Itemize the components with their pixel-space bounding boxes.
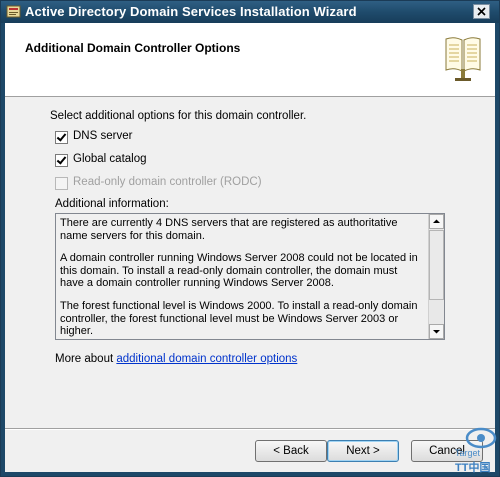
scroll-down-icon — [433, 330, 440, 334]
scroll-down-button[interactable] — [429, 324, 444, 339]
dns-server-label: DNS server — [73, 130, 133, 142]
page-title: Additional Domain Controller Options — [25, 41, 241, 55]
rodc-label: Read-only domain controller (RODC) — [73, 176, 262, 188]
window-title: Active Directory Domain Services Install… — [25, 4, 357, 19]
additional-info-text: There are currently 4 DNS servers that a… — [60, 217, 422, 339]
watermark-text-bottom: TT中国 — [455, 460, 490, 474]
global-catalog-checkbox[interactable] — [55, 154, 68, 167]
close-icon — [477, 7, 486, 16]
back-button[interactable]: < Back — [255, 440, 327, 462]
scroll-up-button[interactable] — [429, 214, 444, 229]
footer-divider — [5, 428, 495, 430]
wizard-window: Active Directory Domain Services Install… — [0, 0, 500, 477]
global-catalog-label: Global catalog — [73, 153, 147, 165]
dns-server-checkbox[interactable] — [55, 131, 68, 144]
info-paragraph: There are currently 4 DNS servers that a… — [60, 217, 398, 242]
techtarget-watermark: Target TT中国 — [455, 427, 497, 474]
info-paragraph: The forest functional level is Windows 2… — [60, 299, 418, 338]
options-panel: Select additional options for this domai… — [5, 97, 495, 427]
intro-text: Select additional options for this domai… — [50, 110, 307, 122]
watermark-text-top: Target — [455, 448, 481, 458]
next-button[interactable]: Next > — [327, 440, 399, 462]
rodc-checkbox — [55, 177, 68, 190]
additional-info-textbox[interactable]: There are currently 4 DNS servers that a… — [55, 213, 445, 340]
close-button[interactable] — [473, 4, 490, 19]
more-about-row: More about additional domain controller … — [55, 353, 297, 365]
title-bar[interactable]: Active Directory Domain Services Install… — [1, 1, 499, 23]
scroll-up-icon — [433, 219, 440, 223]
additional-info-label: Additional information: — [55, 198, 169, 210]
info-scrollbar[interactable] — [428, 214, 444, 339]
more-about-prefix: More about — [55, 353, 117, 365]
more-about-link[interactable]: additional domain controller options — [116, 353, 297, 365]
wizard-client-area: Additional Domain Controller Options Sel… — [5, 23, 495, 472]
ad-wizard-icon — [6, 5, 21, 18]
book-icon — [445, 37, 481, 81]
info-paragraph: A domain controller running Windows Serv… — [60, 252, 418, 290]
wizard-header: Additional Domain Controller Options — [5, 23, 495, 97]
scroll-thumb[interactable] — [429, 230, 444, 300]
